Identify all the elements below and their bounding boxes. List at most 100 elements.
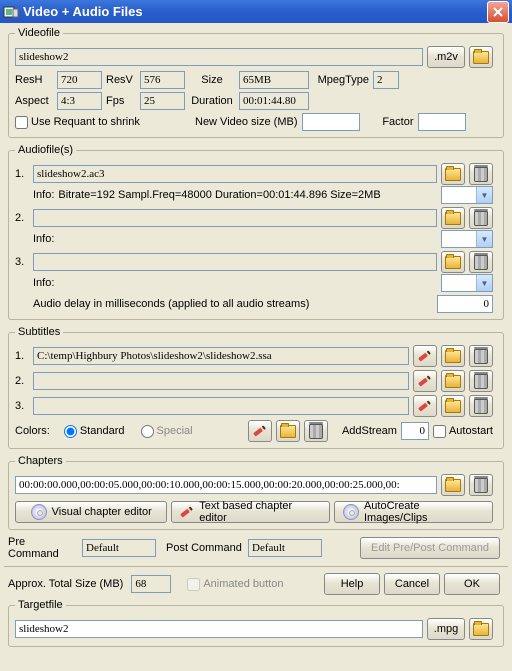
audio-num-3: 3. — [15, 256, 29, 268]
animated-checkbox[interactable] — [187, 578, 200, 591]
aspect-field[interactable] — [57, 92, 102, 110]
audio-delete-3[interactable] — [469, 251, 493, 273]
factor-field[interactable] — [418, 113, 466, 131]
sub-edit-2[interactable] — [413, 370, 437, 392]
trash-icon — [474, 399, 488, 414]
mpegtype-field[interactable] — [373, 71, 399, 89]
pencil-icon — [253, 424, 267, 438]
sub-delete-2[interactable] — [469, 370, 493, 392]
requant-checkbox[interactable] — [15, 116, 28, 129]
cancel-button[interactable]: Cancel — [384, 573, 440, 595]
folder-icon — [445, 256, 461, 269]
resv-field[interactable] — [140, 71, 185, 89]
standard-radio[interactable] — [64, 425, 77, 438]
duration-field[interactable] — [239, 92, 309, 110]
folder-icon — [280, 425, 296, 438]
totalsize-field[interactable] — [131, 575, 171, 593]
sub-tool-edit[interactable] — [248, 420, 272, 442]
close-button[interactable] — [487, 1, 509, 23]
videofile-path[interactable] — [15, 48, 423, 66]
sub-tool-delete[interactable] — [304, 420, 328, 442]
sub-num-2: 2. — [15, 375, 29, 387]
totalsize-label: Approx. Total Size (MB) — [8, 578, 123, 590]
pencil-icon — [180, 505, 194, 519]
audio-path-3[interactable] — [33, 253, 437, 271]
audio-info-label-1: Info: — [33, 189, 54, 201]
addstream-field[interactable] — [401, 422, 429, 440]
audiofiles-legend: Audiofile(s) — [15, 144, 76, 156]
sub-browse-1[interactable] — [441, 345, 465, 367]
sub-browse-2[interactable] — [441, 370, 465, 392]
videofile-browse-button[interactable] — [469, 46, 493, 68]
targetfile-ext[interactable]: .mpg — [427, 618, 465, 640]
audio-path-2[interactable] — [33, 209, 437, 227]
sub-browse-3[interactable] — [441, 395, 465, 417]
subtitles-group: Subtitles 1. 2. 3. Colors: Standard Spec… — [8, 326, 504, 449]
edit-prepost-button[interactable]: Edit Pre/Post Command — [360, 537, 500, 559]
sub-num-3: 3. — [15, 400, 29, 412]
folder-icon — [473, 51, 489, 64]
sub-path-1[interactable] — [33, 347, 409, 365]
text-editor-button[interactable]: Text based chapter editor — [171, 501, 330, 523]
audio-path-1[interactable] — [33, 165, 437, 183]
precommand-field[interactable] — [82, 539, 156, 557]
audio-delete-2[interactable] — [469, 207, 493, 229]
size-field[interactable] — [239, 71, 309, 89]
folder-icon — [445, 350, 461, 363]
cd-icon — [31, 504, 47, 520]
duration-label: Duration — [189, 95, 235, 107]
trash-icon — [474, 211, 488, 226]
audio-lang-1[interactable]: ▼ — [441, 186, 493, 204]
audio-info-1: Bitrate=192 Sampl.Freq=48000 Duration=00… — [58, 189, 437, 201]
visual-editor-button[interactable]: Visual chapter editor — [15, 501, 167, 523]
fps-field[interactable] — [140, 92, 185, 110]
videofile-ext[interactable]: .m2v — [427, 46, 465, 68]
autostart-checkbox[interactable] — [433, 425, 446, 438]
sub-delete-1[interactable] — [469, 345, 493, 367]
audio-num-2: 2. — [15, 212, 29, 224]
autocreate-button[interactable]: AutoCreate Images/Clips — [334, 501, 493, 523]
sub-delete-3[interactable] — [469, 395, 493, 417]
audio-delay-field[interactable] — [437, 295, 493, 313]
sub-path-2[interactable] — [33, 372, 409, 390]
audio-lang-3[interactable]: ▼ — [441, 274, 493, 292]
folder-icon — [445, 375, 461, 388]
sub-edit-1[interactable] — [413, 345, 437, 367]
audio-browse-3[interactable] — [441, 251, 465, 273]
targetfile-browse[interactable] — [469, 618, 493, 640]
special-label: Special — [157, 425, 193, 437]
animated-label: Animated button — [203, 578, 283, 590]
colors-label: Colors: — [15, 425, 50, 437]
audio-info-label-2: Info: — [33, 233, 437, 245]
audio-info-label-3: Info: — [33, 277, 437, 289]
standard-label: Standard — [80, 425, 125, 437]
chapters-field[interactable] — [15, 476, 437, 494]
trash-icon — [474, 478, 488, 493]
sub-tool-browse[interactable] — [276, 420, 300, 442]
postcommand-field[interactable] — [248, 539, 322, 557]
sub-num-1: 1. — [15, 350, 29, 362]
trash-icon — [474, 374, 488, 389]
audio-delete-1[interactable] — [469, 163, 493, 185]
audiofiles-group: Audiofile(s) 1. Info: Bitrate=192 Sampl.… — [8, 144, 504, 320]
pencil-icon — [418, 349, 432, 363]
autostart-label: Autostart — [449, 425, 493, 437]
targetfile-path[interactable] — [15, 620, 423, 638]
trash-icon — [309, 424, 323, 439]
targetfile-group: Targetfile .mpg — [8, 599, 504, 647]
sub-path-3[interactable] — [33, 397, 409, 415]
chapters-delete[interactable] — [469, 474, 493, 496]
help-button[interactable]: Help — [324, 573, 380, 595]
audio-browse-1[interactable] — [441, 163, 465, 185]
sub-edit-3[interactable] — [413, 395, 437, 417]
special-radio[interactable] — [141, 425, 154, 438]
resh-field[interactable] — [57, 71, 102, 89]
audio-browse-2[interactable] — [441, 207, 465, 229]
videofile-group: Videofile .m2v ResH ResV Size MpegType A… — [8, 27, 504, 138]
newsize-field[interactable] — [302, 113, 360, 131]
chapters-browse[interactable] — [441, 474, 465, 496]
audio-lang-2[interactable]: ▼ — [441, 230, 493, 248]
ok-button[interactable]: OK — [444, 573, 500, 595]
pencil-icon — [418, 374, 432, 388]
chevron-down-icon: ▼ — [476, 275, 492, 291]
